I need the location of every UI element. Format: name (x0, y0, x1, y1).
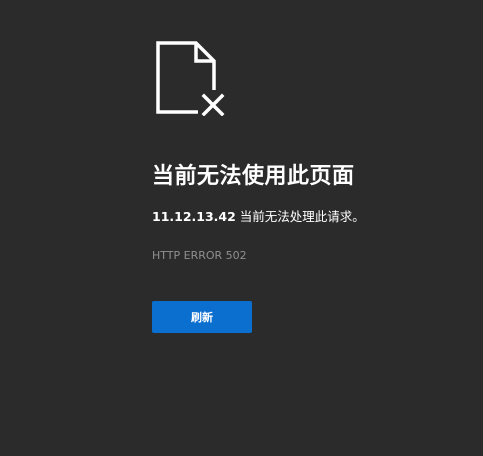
error-description: 当前无法处理此请求。 (235, 209, 365, 224)
document-error-icon (154, 40, 226, 116)
page-title: 当前无法使用此页面 (152, 164, 355, 189)
error-content: 当前无法使用此页面 11.12.13.42 当前无法处理此请求。 HTTP ER… (152, 40, 452, 333)
error-code: HTTP ERROR 502 (152, 249, 247, 262)
reload-button[interactable]: 刷新 (152, 301, 252, 333)
error-page: 当前无法使用此页面 11.12.13.42 当前无法处理此请求。 HTTP ER… (0, 0, 483, 456)
error-message: 11.12.13.42 当前无法处理此请求。 (152, 208, 452, 226)
host-address: 11.12.13.42 (152, 209, 236, 224)
